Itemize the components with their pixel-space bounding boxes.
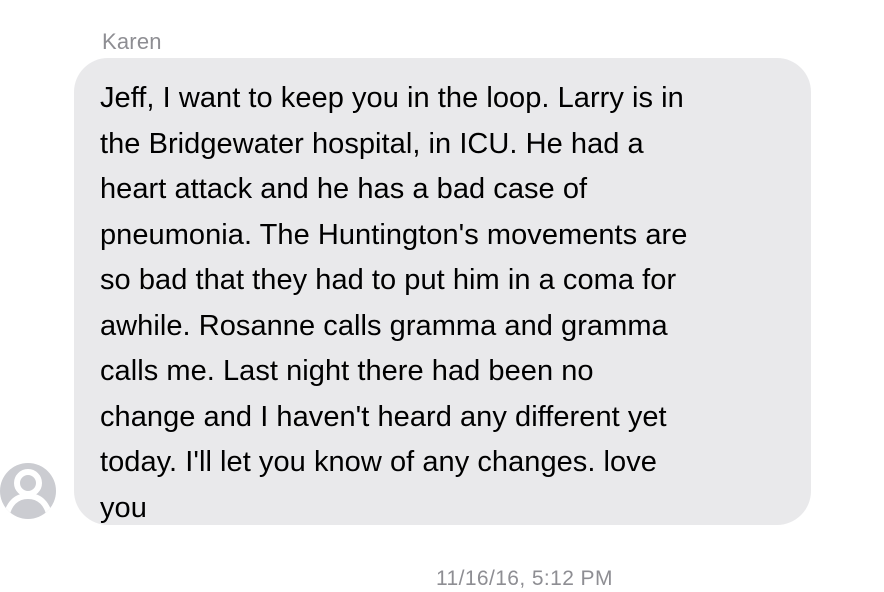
sender-name: Karen — [102, 29, 162, 54]
message-bubble[interactable]: Jeff, I want to keep you in the loop. La… — [74, 58, 811, 525]
sender-avatar[interactable] — [0, 463, 56, 519]
person-placeholder-icon — [3, 469, 53, 519]
message-timestamp: 11/16/16, 5:12 PM — [436, 567, 613, 590]
message-text: Jeff, I want to keep you in the loop. La… — [100, 82, 688, 524]
